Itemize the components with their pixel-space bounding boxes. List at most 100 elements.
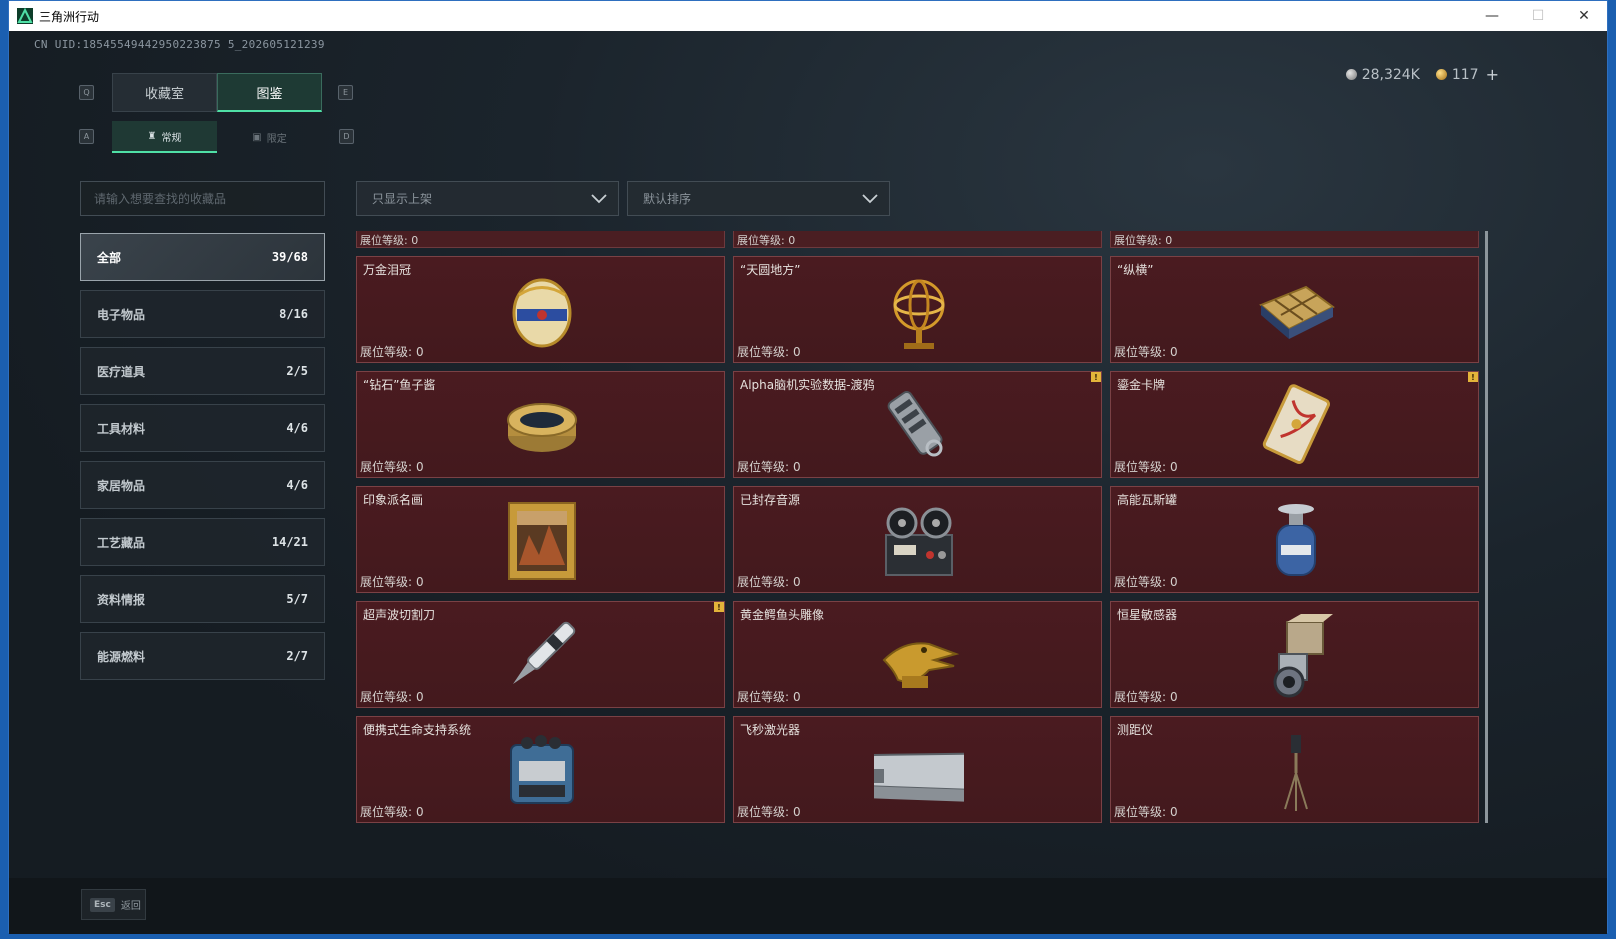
collection-card[interactable]: 便携式生命支持系统 展位等级: 0: [356, 716, 725, 823]
collection-card[interactable]: 已封存音源展位等级: 0: [733, 486, 1102, 593]
life-support-icon: [510, 735, 574, 804]
star-sensor-icon: [1273, 614, 1333, 698]
category-tools[interactable]: 工具材料 4/6: [80, 404, 325, 452]
category-electronics[interactable]: 电子物品 8/16: [80, 290, 325, 338]
shelf-filter-value: 只显示上架: [372, 192, 433, 206]
collection-card[interactable]: 万金泪冠展位等级: 0: [356, 256, 725, 363]
maximize-button[interactable]: ☐: [1515, 1, 1561, 31]
chess-box-icon: [1259, 285, 1335, 339]
category-label: 资料情报: [97, 592, 146, 607]
window-title: 三角洲行动: [39, 9, 100, 24]
partial-card[interactable]: 展位等级: 0: [356, 231, 725, 248]
item-name: 超声波切割刀: [363, 608, 436, 622]
collection-card[interactable]: 飞秒激光器 展位等级: 0: [733, 716, 1102, 823]
category-count: 14/21: [271, 535, 308, 549]
level-text: 展位等级: 0: [737, 234, 796, 247]
level-text: 展位等级: 0: [360, 234, 419, 247]
subtab-limited[interactable]: ▣ 限定: [217, 121, 322, 153]
femtosecond-laser-icon: [874, 752, 964, 802]
partial-card[interactable]: 展位等级: 0: [1110, 231, 1479, 248]
category-medical[interactable]: 医疗道具 2/5: [80, 347, 325, 395]
item-name: 测距仪: [1117, 723, 1154, 737]
shelf-filter-dropdown[interactable]: 只显示上架: [356, 181, 619, 216]
level-text: 展位等级: 0: [360, 690, 424, 704]
level-text: 展位等级: 0: [1114, 805, 1178, 819]
level-text: 展位等级: 0: [737, 460, 801, 474]
item-name: 便携式生命支持系统: [363, 723, 472, 737]
collection-card[interactable]: 恒星敏感器展位等级: 0: [1110, 601, 1479, 708]
item-name: 鎏金卡牌: [1117, 378, 1166, 392]
new-badge-icon: !: [714, 602, 724, 612]
tab-collection-room[interactable]: 收藏室: [112, 73, 217, 112]
reel-recorder-icon: [885, 507, 953, 576]
item-name: Alpha脑机实验数据-渡鸦: [740, 378, 875, 392]
minimize-button[interactable]: —: [1469, 1, 1515, 31]
collection-card[interactable]: 黄金鳄鱼头雕像 展位等级: 0: [733, 601, 1102, 708]
hotkey-a: A: [79, 129, 94, 144]
collection-card[interactable]: Alpha脑机实验数据-渡鸦 展位等级: 0!: [733, 371, 1102, 478]
collection-card[interactable]: “纵横” 展位等级: 0: [1110, 256, 1479, 363]
level-text: 展位等级: 0: [737, 345, 801, 359]
main-tabs: 收藏室 图鉴: [112, 73, 322, 112]
item-name: 恒星敏感器: [1117, 608, 1178, 622]
partial-row: 展位等级: 0 展位等级: 0 展位等级: 0: [356, 231, 1496, 248]
item-name: 高能瓦斯罐: [1117, 493, 1178, 507]
search-input[interactable]: 请输入想要查找的收藏品: [80, 181, 325, 216]
collection-card[interactable]: “天圆地方” 展位等级: 0: [733, 256, 1102, 363]
collection-card[interactable]: 测距仪展位等级: 0: [1110, 716, 1479, 823]
sort-value: 默认排序: [643, 192, 692, 206]
gold-amount: 117: [1451, 66, 1479, 83]
scrollbar-thumb[interactable]: [1485, 231, 1488, 823]
gas-canister-icon: [1276, 504, 1316, 576]
category-count: 5/7: [286, 592, 308, 606]
item-name: “钻石”鱼子酱: [363, 378, 436, 392]
level-text: 展位等级: 0: [360, 345, 424, 359]
hotkey-d: D: [339, 129, 354, 144]
collection-card[interactable]: 印象派名画 展位等级: 0: [356, 486, 725, 593]
level-text: 展位等级: 0: [1114, 575, 1178, 589]
title-bar: 三角洲行动 — ☐ ✕: [9, 1, 1607, 31]
currency-bar: 28,324K 117 +: [1345, 65, 1499, 84]
chevron-down-icon: [591, 194, 607, 204]
level-text: 展位等级: 0: [360, 805, 424, 819]
framed-painting-icon: [508, 502, 576, 580]
add-currency-button[interactable]: +: [1486, 65, 1499, 84]
collection-card[interactable]: 鎏金卡牌 展位等级: 0!: [1110, 371, 1479, 478]
category-count: 2/7: [286, 649, 308, 663]
category-crafts[interactable]: 工艺藏品 14/21: [80, 518, 325, 566]
close-button[interactable]: ✕: [1561, 1, 1607, 31]
sort-dropdown[interactable]: 默认排序: [627, 181, 890, 216]
gilded-card-icon: [1262, 384, 1331, 464]
category-energy[interactable]: 能源燃料 2/7: [80, 632, 325, 680]
back-button[interactable]: Esc 返回: [81, 889, 146, 920]
collection-card[interactable]: 高能瓦斯罐展位等级: 0: [1110, 486, 1479, 593]
category-all[interactable]: 全部 39/68: [80, 233, 325, 281]
category-count: 2/5: [286, 364, 308, 378]
partial-card[interactable]: 展位等级: 0: [733, 231, 1102, 248]
category-label: 医疗道具: [97, 364, 146, 379]
item-name: 黄金鳄鱼头雕像: [740, 608, 825, 622]
regular-icon: ♜: [147, 130, 157, 142]
category-intel[interactable]: 资料情报 5/7: [80, 575, 325, 623]
collection-card[interactable]: 超声波切割刀 展位等级: 0!: [356, 601, 725, 708]
game-window: 三角洲行动 — ☐ ✕ CN UID:18545549442950223875 …: [8, 0, 1608, 934]
item-name: 万金泪冠: [363, 263, 412, 277]
category-label: 全部: [97, 250, 122, 265]
hotkey-e: E: [338, 85, 353, 100]
item-name: 已封存音源: [740, 493, 801, 507]
level-text: 展位等级: 0: [1114, 234, 1173, 247]
sub-tabs: ♜ 常规 ▣ 限定: [112, 121, 322, 153]
category-household[interactable]: 家居物品 4/6: [80, 461, 325, 509]
level-text: 展位等级: 0: [737, 575, 801, 589]
subtab-regular[interactable]: ♜ 常规: [112, 121, 217, 153]
gold-coin-icon: [1435, 69, 1447, 80]
item-name: “纵横”: [1117, 263, 1154, 277]
level-text: 展位等级: 0: [1114, 690, 1178, 704]
level-text: 展位等级: 0: [360, 460, 424, 474]
new-badge-icon: !: [1468, 372, 1478, 382]
category-count: 39/68: [271, 250, 308, 264]
bottom-bar: Esc 返回: [9, 878, 1607, 934]
tab-codex[interactable]: 图鉴: [217, 73, 322, 112]
collection-card[interactable]: “钻石”鱼子酱 展位等级: 0: [356, 371, 725, 478]
level-text: 展位等级: 0: [360, 575, 424, 589]
